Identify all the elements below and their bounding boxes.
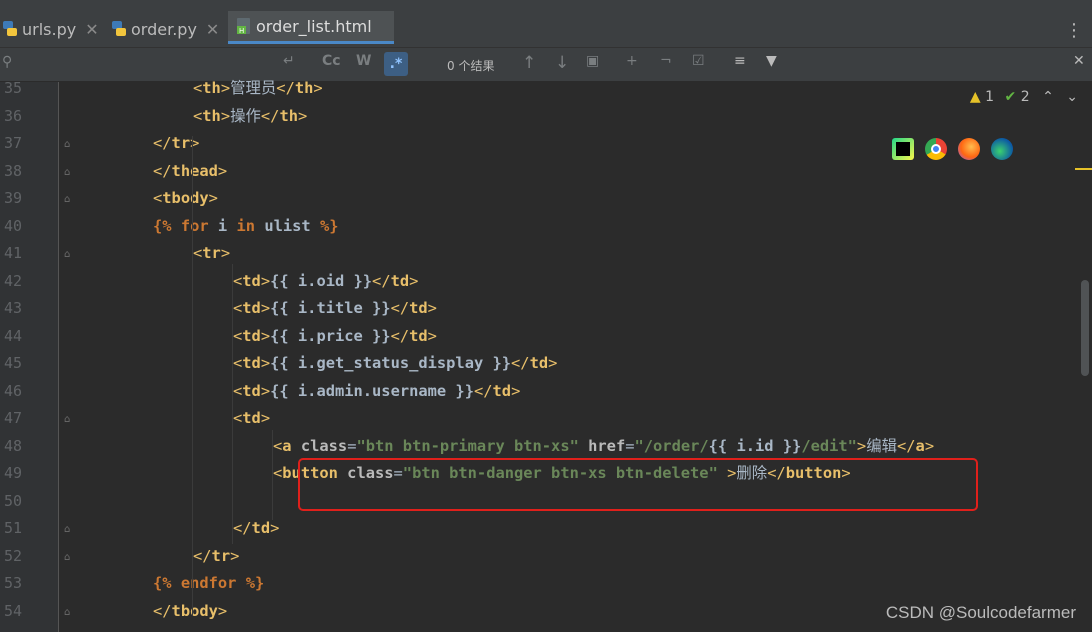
code-line[interactable]: <td>{{ i.price }}</td> — [233, 323, 437, 350]
close-icon[interactable]: ✕ — [1073, 53, 1085, 69]
filter-icon[interactable]: ▼ — [766, 53, 777, 69]
search-result-count: 0 个结果 — [447, 59, 495, 73]
fold-marker-icon[interactable]: ⌂ — [64, 249, 74, 261]
code-line[interactable]: <td> — [233, 405, 270, 432]
select-occurrences-icon[interactable]: ☑ — [692, 53, 705, 69]
tab-order-py[interactable]: order.py ✕ — [111, 11, 223, 47]
line-number: 36 — [4, 106, 23, 125]
tab-urls-py[interactable]: urls.py ✕ — [0, 11, 99, 47]
code-line[interactable]: </thead> — [153, 158, 227, 185]
python-file-icon — [2, 20, 18, 38]
fold-marker-icon[interactable]: ⌂ — [64, 552, 74, 564]
line-number: 52 — [4, 546, 23, 565]
line-number: 49 — [4, 464, 23, 482]
code-line[interactable]: {% endfor %} — [153, 570, 264, 597]
fold-marker-icon[interactable]: ⌂ — [64, 139, 74, 151]
line-number: 38 — [4, 161, 23, 180]
check-icon: ✔ — [1004, 89, 1017, 105]
chrome-icon[interactable] — [925, 138, 947, 160]
firefox-icon[interactable] — [958, 138, 980, 160]
line-number: 45 — [4, 354, 23, 372]
multiline-icon[interactable]: ≡ — [734, 53, 746, 69]
fold-marker-icon[interactable]: ⌂ — [64, 414, 74, 426]
line-number: 39 — [4, 189, 23, 207]
tab-order-list-html[interactable]: H order_list.html — [228, 11, 394, 44]
line-number: 48 — [4, 436, 23, 455]
search-icon[interactable]: ⚲ — [2, 54, 12, 70]
chevron-up-icon[interactable]: ⌃ — [1042, 89, 1054, 105]
line-number: 42 — [4, 271, 23, 290]
browser-preview-bar — [892, 138, 1013, 160]
newline-icon[interactable]: ↵ — [283, 53, 295, 69]
line-number: 35 — [4, 79, 23, 97]
tab-label: order_list.html — [256, 16, 372, 36]
ok-count: 2 — [1020, 89, 1030, 105]
code-line[interactable]: <th>管理员</th> — [193, 75, 323, 102]
close-icon[interactable]: ✕ — [85, 20, 98, 39]
line-number: 54 — [4, 601, 23, 620]
line-number: 53 — [4, 574, 23, 592]
edge-icon[interactable] — [991, 138, 1013, 160]
code-line[interactable]: <tr> — [193, 240, 230, 267]
arrow-down-icon[interactable]: ↓ — [555, 53, 569, 73]
pycharm-icon[interactable] — [892, 138, 914, 160]
line-number: 40 — [4, 216, 23, 235]
line-number: 50 — [4, 491, 23, 510]
fold-marker-icon[interactable]: ⌂ — [64, 167, 74, 179]
code-line[interactable]: {% for i in ulist %} — [153, 213, 338, 240]
add-occurrence-icon[interactable]: + — [626, 53, 638, 69]
close-icon[interactable]: ✕ — [206, 20, 219, 39]
more-options-icon[interactable]: ⋮ — [1065, 22, 1083, 40]
code-line[interactable]: <td>{{ i.get_status_display }}</td> — [233, 350, 557, 377]
code-line[interactable]: </tr> — [193, 543, 239, 570]
editor-tab-bar: urls.py ✕ order.py ✕ H order_list.html ⋮ — [0, 11, 1092, 48]
whole-words-toggle[interactable]: W — [356, 53, 371, 69]
code-line[interactable]: <td>{{ i.title }}</td> — [233, 295, 437, 322]
indent-guide — [192, 136, 193, 616]
fold-marker-icon[interactable]: ⌂ — [64, 524, 74, 536]
tab-label: urls.py — [22, 19, 77, 39]
highlight-box — [298, 458, 978, 511]
fold-marker-icon[interactable]: ⌂ — [64, 607, 74, 619]
line-number: 43 — [4, 299, 23, 317]
indent-guide — [272, 430, 273, 520]
fold-marker-icon[interactable]: ⌂ — [64, 194, 74, 206]
gutter-divider — [58, 82, 59, 632]
watermark: CSDN @Soulcodefarmer — [885, 603, 1076, 622]
line-number: 37 — [4, 134, 23, 152]
code-line[interactable]: </tbody> — [153, 598, 227, 625]
html-file-icon: H — [236, 17, 252, 35]
line-number: 47 — [4, 409, 23, 427]
svg-text:H: H — [239, 27, 244, 35]
python-file-icon — [111, 20, 127, 38]
line-number: 44 — [4, 326, 23, 345]
inspection-widget[interactable]: ▲ 1 ✔ 2 ⌃ ⌄ — [970, 89, 1078, 105]
match-case-toggle[interactable]: Cc — [322, 53, 341, 69]
tab-label: order.py — [131, 19, 197, 39]
line-number: 41 — [4, 244, 23, 262]
title-bar — [0, 0, 1092, 11]
code-line[interactable]: <th>操作</th> — [193, 103, 307, 130]
warning-icon: ▲ — [969, 89, 981, 105]
find-toolbar: ⚲ ↵ Cc W .* 0 个结果 ↑ ↓ ▣ + ¬ ☑ ≡ ▼ ✕ — [0, 48, 1092, 82]
line-number: 51 — [4, 519, 23, 537]
indent-guide — [232, 264, 233, 544]
warning-count: 1 — [985, 89, 995, 105]
code-line[interactable]: <td>{{ i.admin.username }}</td> — [233, 378, 520, 405]
code-line[interactable]: <td>{{ i.oid }}</td> — [233, 268, 418, 295]
remove-occurrence-icon[interactable]: ¬ — [660, 53, 672, 69]
vertical-scrollbar[interactable] — [1081, 280, 1089, 376]
code-line[interactable]: <a class="btn btn-primary btn-xs" href="… — [273, 433, 934, 460]
warning-marker[interactable] — [1075, 168, 1092, 170]
select-all-occurrences-icon[interactable]: ▣ — [586, 53, 599, 69]
regex-toggle[interactable]: .* — [384, 52, 408, 76]
arrow-up-icon[interactable]: ↑ — [522, 53, 536, 73]
line-number: 46 — [4, 381, 23, 400]
chevron-down-icon[interactable]: ⌄ — [1066, 89, 1078, 105]
code-line[interactable]: <tbody> — [153, 185, 218, 212]
